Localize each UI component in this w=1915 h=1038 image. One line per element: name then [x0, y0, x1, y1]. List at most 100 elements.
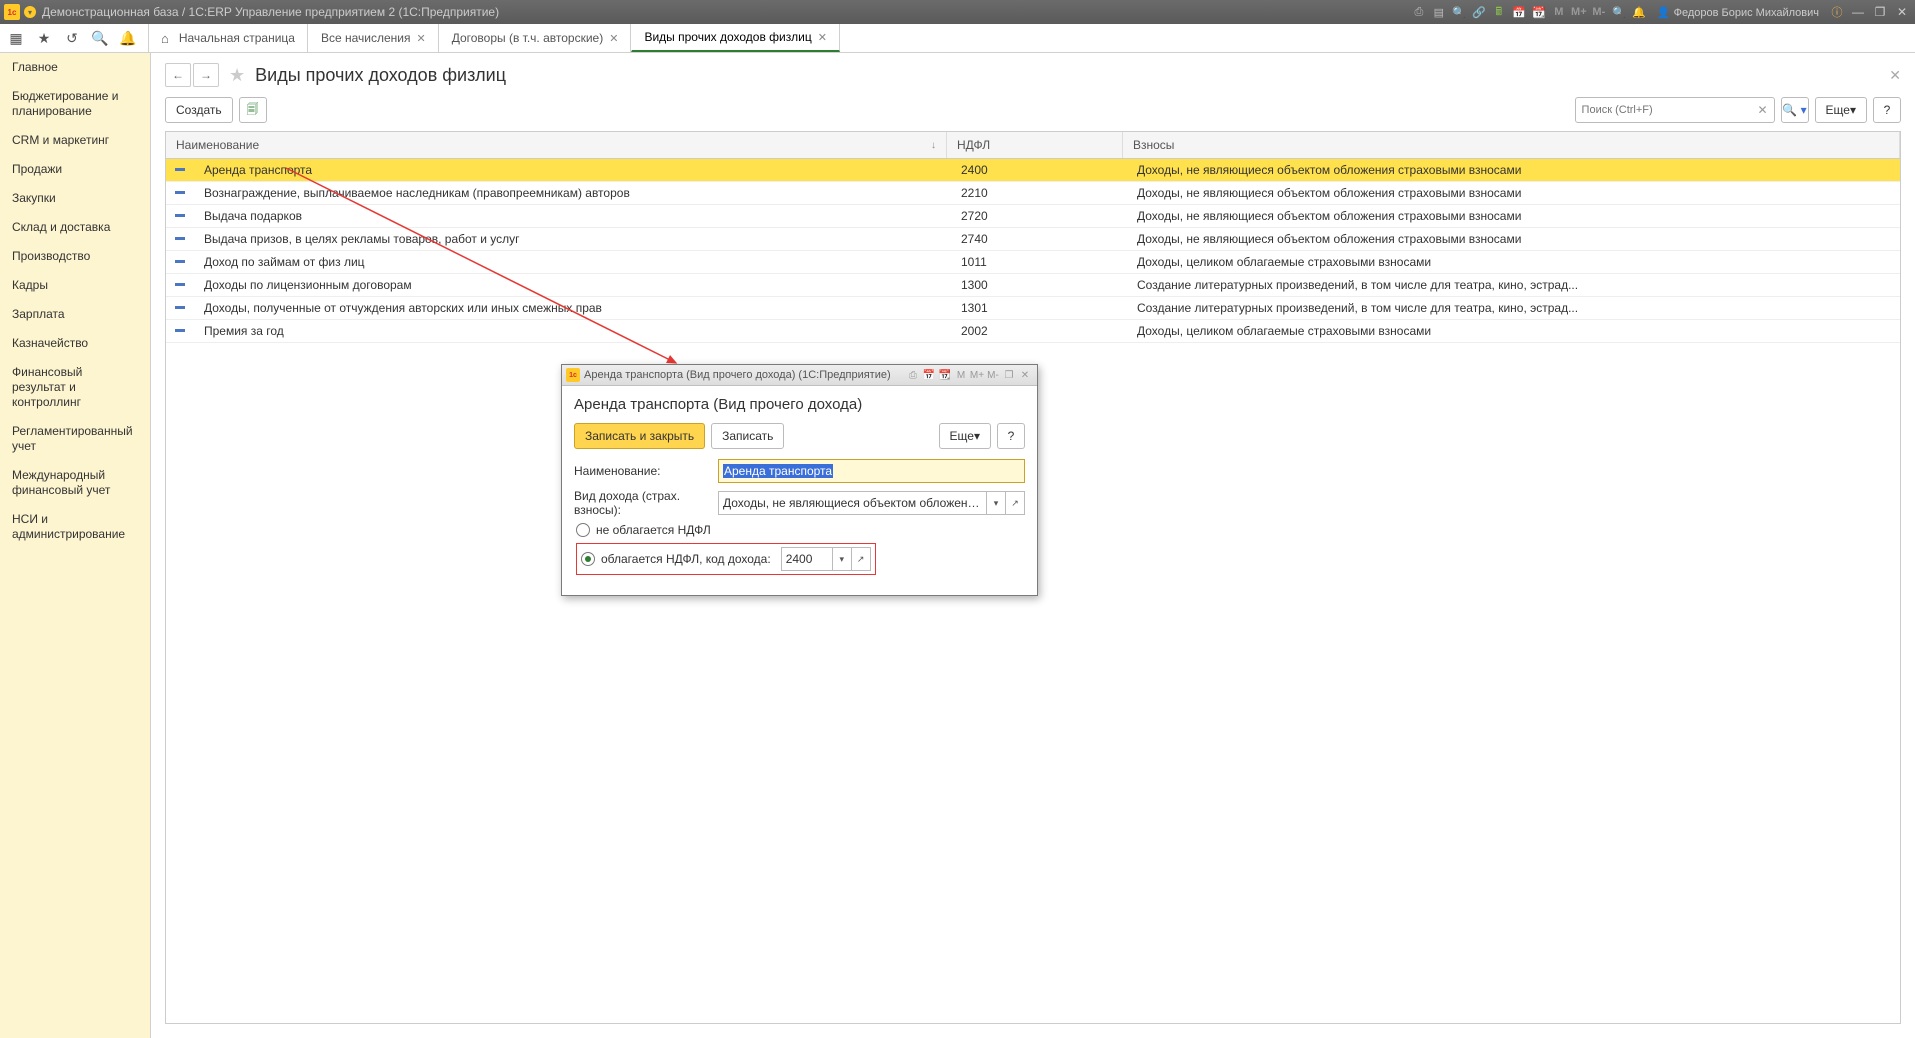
create-copy-button[interactable]: 🗐: [239, 97, 267, 123]
dialog-help-button[interactable]: ?: [997, 423, 1025, 449]
search-button[interactable]: 🔍 ▾: [1781, 97, 1809, 123]
sidebar-item-treasury[interactable]: Казначейство: [0, 329, 150, 358]
kind-dropdown-icon[interactable]: ▾: [986, 492, 1005, 514]
history-icon[interactable]: ↺: [64, 30, 80, 46]
tab-home[interactable]: ⌂ Начальная страница: [148, 24, 308, 52]
titlebar-search2-icon[interactable]: 🔍: [1611, 4, 1627, 20]
sidebar-item-main[interactable]: Главное: [0, 53, 150, 82]
table-row[interactable]: ▬Доходы по лицензионным договорам1300Соз…: [166, 274, 1900, 297]
sidebar-item-finresult[interactable]: Финансовый результат и контроллинг: [0, 358, 150, 417]
table-row[interactable]: ▬Премия за год2002Доходы, целиком облага…: [166, 320, 1900, 343]
create-button[interactable]: Создать: [165, 97, 233, 123]
dialog-logo-icon: 1c: [566, 368, 580, 382]
tab-close-icon[interactable]: ✕: [609, 32, 618, 45]
kind-combo[interactable]: Доходы, не являющиеся объектом обложения…: [718, 491, 1025, 515]
titlebar-m-button[interactable]: M: [1551, 4, 1567, 20]
sidebar-item-warehouse[interactable]: Склад и доставка: [0, 213, 150, 242]
sidebar-item-production[interactable]: Производство: [0, 242, 150, 271]
code-open-icon[interactable]: ↗: [851, 548, 870, 570]
code-dropdown-icon[interactable]: ▾: [832, 548, 851, 570]
col-header-name[interactable]: Наименование ↓: [166, 132, 947, 158]
code-input-group[interactable]: 2400 ▾ ↗: [781, 547, 871, 571]
tab-close-icon[interactable]: ✕: [416, 32, 425, 45]
window-close-button[interactable]: ✕: [1893, 3, 1911, 21]
table-row[interactable]: ▬Вознаграждение, выплачиваемое наследник…: [166, 182, 1900, 205]
current-user[interactable]: 👤 Федоров Борис Михайлович: [1651, 6, 1825, 19]
code-value[interactable]: 2400: [782, 548, 832, 570]
save-button[interactable]: Записать: [711, 423, 784, 449]
col-header-ndfl[interactable]: НДФЛ: [947, 132, 1123, 158]
tab-contracts[interactable]: Договоры (в т.ч. авторские) ✕: [439, 24, 632, 52]
search-input[interactable]: [1580, 103, 1756, 117]
help-button[interactable]: ?: [1873, 97, 1901, 123]
tab-close-icon[interactable]: ✕: [818, 31, 827, 44]
dialog-cal2-icon[interactable]: 📆: [937, 367, 953, 383]
sidebar-item-hr[interactable]: Кадры: [0, 271, 150, 300]
tab-all-accruals[interactable]: Все начисления ✕: [308, 24, 439, 52]
table-row[interactable]: ▬Доход по займам от физ лиц1011Доходы, ц…: [166, 251, 1900, 274]
titlebar-search-icon[interactable]: 🔍: [1451, 4, 1467, 20]
cell-name: Доход по займам от физ лиц: [194, 251, 951, 273]
titlebar-bell-icon[interactable]: 🔔: [1631, 4, 1647, 20]
dialog-m-button[interactable]: M: [953, 367, 969, 383]
dialog-cal1-icon[interactable]: 📅: [921, 367, 937, 383]
dialog-print-icon[interactable]: ⎙: [905, 367, 921, 383]
nav-forward-button[interactable]: →: [193, 63, 219, 87]
sidebar-item-sales[interactable]: Продажи: [0, 155, 150, 184]
table-row[interactable]: ▬Доходы, полученные от отчуждения авторс…: [166, 297, 1900, 320]
cell-name: Премия за год: [194, 320, 951, 342]
titlebar-print-icon[interactable]: ⎙: [1411, 4, 1427, 20]
window-restore-button[interactable]: ❐: [1871, 3, 1889, 21]
more-label: Еще: [1826, 103, 1850, 117]
content-close-button[interactable]: ✕: [1889, 67, 1901, 84]
radio-no-tax[interactable]: не облагается НДФЛ: [574, 523, 1025, 537]
favorites-star-icon[interactable]: ★: [36, 30, 52, 46]
top-toolbar: ▦ ★ ↺ 🔍 🔔 ⌂ Начальная страница Все начис…: [0, 24, 1915, 53]
sidebar-item-nsi[interactable]: НСИ и администрирование: [0, 505, 150, 549]
sidebar-item-crm[interactable]: CRM и маркетинг: [0, 126, 150, 155]
dialog-mplus-button[interactable]: M+: [969, 367, 985, 383]
radio-tax-icon[interactable]: [581, 552, 595, 566]
favorite-star-icon[interactable]: ★: [229, 65, 245, 86]
titlebar-calendar2-icon[interactable]: 📆: [1531, 4, 1547, 20]
sidebar-item-salary[interactable]: Зарплата: [0, 300, 150, 329]
titlebar-link-icon[interactable]: 🔗: [1471, 4, 1487, 20]
dialog-mminus-button[interactable]: M-: [985, 367, 1001, 383]
search-clear-icon[interactable]: ✕: [1755, 103, 1769, 117]
toolbar-search-icon[interactable]: 🔍: [92, 30, 108, 46]
titlebar-mminus-button[interactable]: M-: [1591, 4, 1607, 20]
table-row[interactable]: ▬Выдача призов, в целях рекламы товаров,…: [166, 228, 1900, 251]
search-box[interactable]: ✕: [1575, 97, 1775, 123]
sidebar-item-regulated[interactable]: Регламентированный учет: [0, 417, 150, 461]
apps-grid-icon[interactable]: ▦: [8, 30, 24, 46]
dialog-titlebar[interactable]: 1c Аренда транспорта (Вид прочего дохода…: [562, 365, 1037, 386]
sort-indicator-icon: ↓: [931, 140, 936, 151]
titlebar-calendar-icon[interactable]: 📅: [1511, 4, 1527, 20]
window-minimize-button[interactable]: —: [1849, 3, 1867, 21]
row-item-icon: ▬: [166, 205, 194, 227]
sidebar-item-intl[interactable]: Международный финансовый учет: [0, 461, 150, 505]
sidebar-item-budgeting[interactable]: Бюджетирование и планирование: [0, 82, 150, 126]
more-button[interactable]: Еще ▾: [1815, 97, 1867, 123]
titlebar-calc-icon[interactable]: 🖩: [1491, 4, 1507, 20]
dialog-more-button[interactable]: Еще ▾: [939, 423, 991, 449]
titlebar-mplus-button[interactable]: M+: [1571, 4, 1587, 20]
nav-back-button[interactable]: ←: [165, 63, 191, 87]
notifications-bell-icon[interactable]: 🔔: [120, 30, 136, 46]
radio-no-tax-icon[interactable]: [576, 523, 590, 537]
save-and-close-button[interactable]: Записать и закрыть: [574, 423, 705, 449]
titlebar-info-icon[interactable]: ⓘ: [1829, 4, 1845, 20]
dialog-restore-button[interactable]: ❐: [1001, 367, 1017, 383]
dialog-close-button[interactable]: ✕: [1017, 367, 1033, 383]
sidebar-item-purchases[interactable]: Закупки: [0, 184, 150, 213]
kind-open-icon[interactable]: ↗: [1005, 492, 1024, 514]
name-input[interactable]: Аренда транспорта: [718, 459, 1025, 483]
home-icon: ⌂: [161, 31, 169, 46]
col-header-vzn[interactable]: Взносы: [1123, 132, 1900, 158]
app-menu-dropdown-icon[interactable]: ▾: [24, 6, 36, 18]
titlebar-doc-icon[interactable]: ▤: [1431, 4, 1447, 20]
table-row[interactable]: ▬Выдача подарков2720Доходы, не являющиес…: [166, 205, 1900, 228]
tab-other-income-types[interactable]: Виды прочих доходов физлиц ✕: [631, 24, 839, 52]
table-row[interactable]: ▬Аренда транспорта2400Доходы, не являющи…: [166, 159, 1900, 182]
tab-label: Договоры (в т.ч. авторские): [452, 31, 604, 45]
